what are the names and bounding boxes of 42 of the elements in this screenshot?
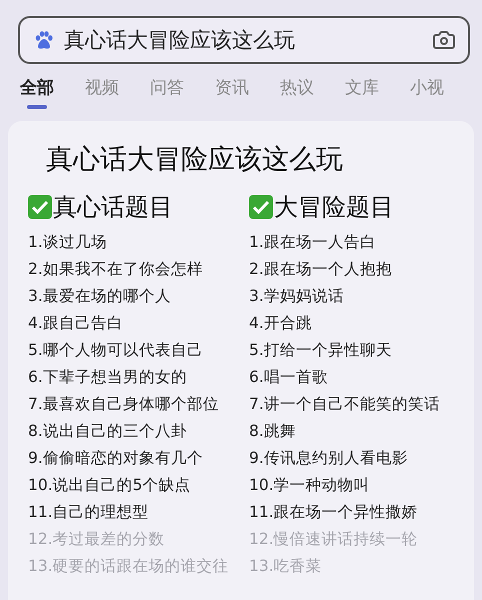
tab[interactable]: 文库 xyxy=(345,76,379,109)
list-item: 2.如果我不在了你会怎样 xyxy=(28,259,204,280)
list-item: 8.说出自己的三个八卦 xyxy=(28,421,188,442)
list-item: 7.最喜欢自己身体哪个部位 xyxy=(28,394,220,415)
image-title: 真心话大冒险应该这么玩 xyxy=(45,143,344,177)
tab[interactable]: 视频 xyxy=(85,76,119,109)
column-heading: 大冒险题目 xyxy=(274,192,394,223)
list-item: 11.跟在场一个异性撒娇 xyxy=(249,502,419,523)
camera-icon[interactable] xyxy=(432,28,456,52)
tab[interactable]: 资讯 xyxy=(215,76,249,109)
list-item: 12.慢倍速讲话持续一轮 xyxy=(249,529,419,550)
list-item: 10.学一种动物叫 xyxy=(249,475,371,496)
list-item: 2.跟在场一个人抱抱 xyxy=(249,259,393,280)
list-item: 9.传讯息约别人看电影 xyxy=(249,448,409,469)
search-query: 真心话大冒险应该这么玩 xyxy=(64,27,296,54)
list-item: 13.吃香菜 xyxy=(249,556,323,577)
list-item: 4.开合跳 xyxy=(249,313,313,334)
list-item: 13.硬要的话跟在场的谁交往 xyxy=(28,556,230,577)
list-item: 11.自己的理想型 xyxy=(28,502,150,523)
list-item: 8.跳舞 xyxy=(249,421,297,442)
checkmark-icon xyxy=(28,195,52,219)
list-item: 12.考过最差的分数 xyxy=(28,529,166,550)
list-item: 1.跟在场一人告白 xyxy=(249,232,377,253)
list-item: 5.打给一个异性聊天 xyxy=(249,340,393,361)
list-item: 1.谈过几场 xyxy=(28,232,108,253)
column-heading: 真心话题目 xyxy=(53,192,173,223)
list-item: 3.学妈妈说话 xyxy=(249,286,345,307)
paw-icon xyxy=(34,30,54,50)
list-item: 7.讲一个自己不能笑的笑话 xyxy=(249,394,441,415)
search-field[interactable]: 真心话大冒险应该这么玩 xyxy=(18,16,470,64)
tab[interactable]: 问答 xyxy=(150,76,184,109)
list-item: 6.唱一首歌 xyxy=(249,367,329,388)
tab[interactable]: 全部 xyxy=(20,76,54,109)
list-item: 9.偷偷暗恋的对象有几个 xyxy=(28,448,204,469)
list-item: 5.哪个人物可以代表自己 xyxy=(28,340,204,361)
tab[interactable]: 小视 xyxy=(410,76,444,109)
list-item: 6.下辈子想当男的女的 xyxy=(28,367,188,388)
list-item: 3.最爱在场的哪个人 xyxy=(28,286,172,307)
checkmark-icon xyxy=(249,195,273,219)
list-item: 10.说出自己的5个缺点 xyxy=(28,475,192,496)
list-item: 4.跟自己告白 xyxy=(28,313,124,334)
tab[interactable]: 热议 xyxy=(280,76,314,109)
